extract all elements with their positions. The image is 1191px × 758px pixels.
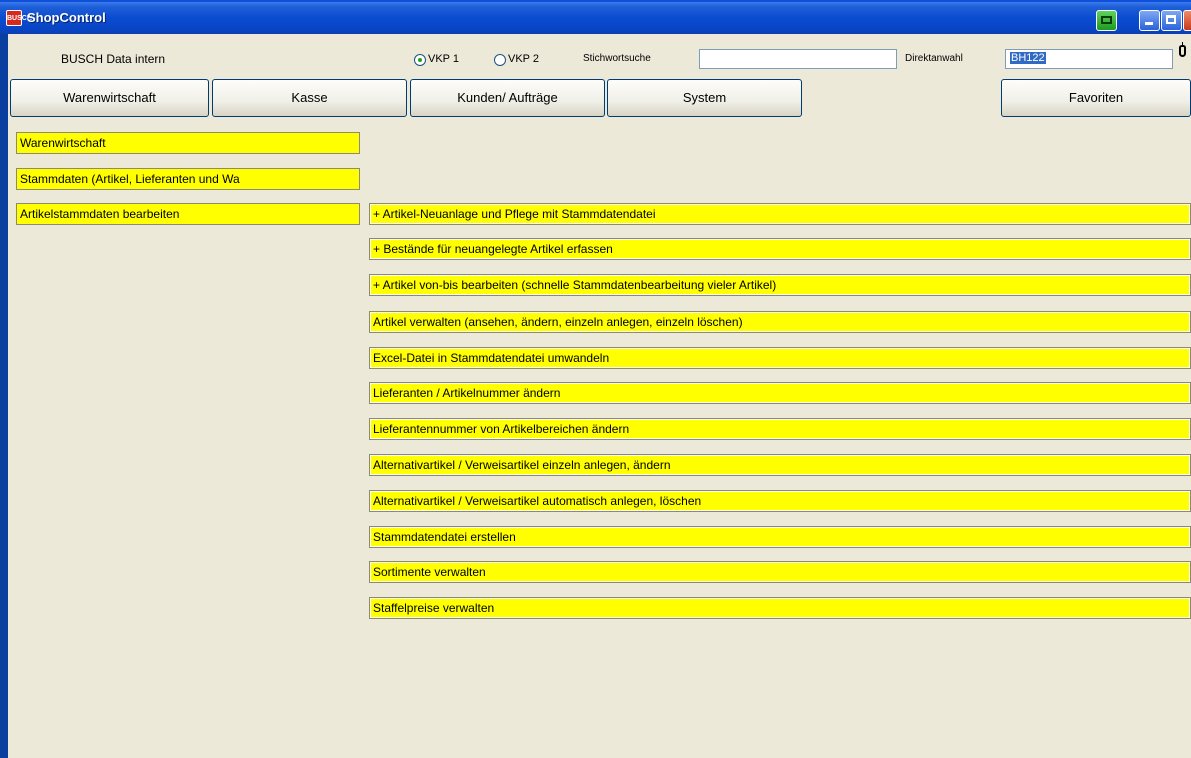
tab-system[interactable]: System <box>607 79 802 117</box>
direct-input[interactable]: BH122 <box>1005 49 1173 69</box>
shopcontrol-app-icon: BUSCH <box>6 10 32 26</box>
tab-favoriten[interactable]: Favoriten <box>1001 79 1191 117</box>
direct-label: Direktanwahl <box>905 53 963 64</box>
tab-kasse[interactable]: Kasse <box>212 79 407 117</box>
main-window: BUSCH Data intern VKP 1 VKP 2 Stichworts… <box>8 34 1191 758</box>
menu-item[interactable]: + Artikel-Neuanlage und Pflege mit Stamm… <box>369 203 1191 225</box>
search-label: Stichwortsuche <box>583 53 651 64</box>
menu-item[interactable]: Sortimente verwalten <box>369 561 1191 583</box>
vkp2-label[interactable]: VKP 2 <box>508 53 539 65</box>
close-button[interactable] <box>1183 10 1191 31</box>
breadcrumb-level-2[interactable]: Stammdaten (Artikel, Lieferanten und Wa <box>16 168 360 190</box>
menu-item[interactable]: Lieferanten / Artikelnummer ändern <box>369 382 1191 404</box>
print-icon[interactable] <box>1096 10 1117 31</box>
window-title: ShopControl <box>27 10 106 25</box>
minimize-button[interactable] <box>1139 10 1160 31</box>
menu-item[interactable]: Alternativartikel / Verweisartikel autom… <box>369 490 1191 512</box>
menu-item[interactable]: Lieferantennummer von Artikelbereichen ä… <box>369 418 1191 440</box>
vkp1-label[interactable]: VKP 1 <box>428 53 459 65</box>
search-input[interactable] <box>699 49 897 69</box>
menu-item[interactable]: Staffelpreise verwalten <box>369 597 1191 619</box>
menu-item[interactable]: + Bestände für neuangelegte Artikel erfa… <box>369 238 1191 260</box>
mouse-icon[interactable] <box>1179 42 1186 57</box>
tab-kunden-auftraege[interactable]: Kunden/ Aufträge <box>410 79 605 117</box>
menu-item[interactable]: Artikel verwalten (ansehen, ändern, einz… <box>369 311 1191 333</box>
company-label: BUSCH Data intern <box>61 52 166 66</box>
direct-input-value: BH122 <box>1010 52 1046 64</box>
menu-item[interactable]: Alternativartikel / Verweisartikel einze… <box>369 454 1191 476</box>
title-bar[interactable]: BUSCH ShopControl <box>0 0 1191 34</box>
vkp2-radio[interactable] <box>494 54 506 66</box>
breadcrumb-level-3[interactable]: Artikelstammdaten bearbeiten <box>16 203 360 225</box>
breadcrumb-level-1[interactable]: Warenwirtschaft <box>16 132 360 154</box>
menu-item[interactable]: Stammdatendatei erstellen <box>369 526 1191 548</box>
tab-warenwirtschaft[interactable]: Warenwirtschaft <box>10 79 209 117</box>
maximize-button[interactable] <box>1161 10 1182 31</box>
vkp1-radio[interactable] <box>414 54 426 66</box>
menu-item[interactable]: Excel-Datei in Stammdatendatei umwandeln <box>369 347 1191 369</box>
menu-item[interactable]: + Artikel von-bis bearbeiten (schnelle S… <box>369 274 1191 296</box>
